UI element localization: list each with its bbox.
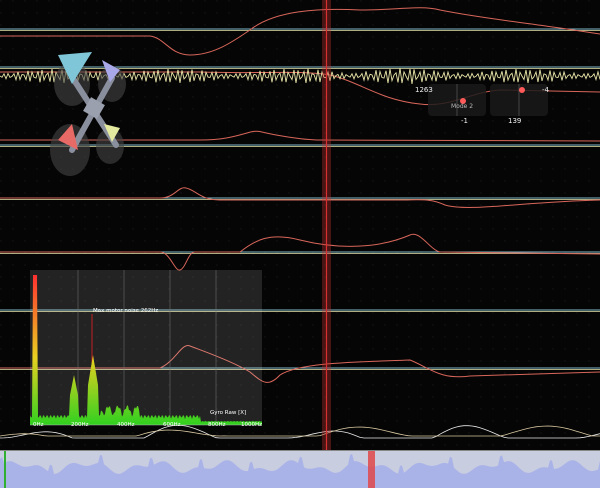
left-stick-y-value: -1	[461, 117, 468, 125]
spectrum-analyzer[interactable]	[30, 270, 262, 426]
right-stick-dot	[519, 87, 525, 93]
timeline-start-marker[interactable]	[4, 451, 6, 488]
left-stick-mode: Mode 2	[451, 103, 474, 110]
spectrum-axis-label: Gyro Raw [X]	[210, 410, 247, 416]
timeline-throttle-area	[0, 453, 600, 488]
spectrum-tick: 1000Hz	[241, 422, 263, 428]
trace-canvas[interactable]	[0, 0, 600, 450]
spectrum-panel	[30, 270, 262, 425]
spectrum-tick: 800Hz	[208, 422, 226, 428]
left-stick-x-value: 1263	[415, 86, 433, 94]
spectrum-tick: 600Hz	[163, 422, 181, 428]
timeline-window[interactable]	[368, 451, 375, 488]
right-stick-y-value: 139	[508, 117, 522, 125]
spectrum-title: Max motor noise 262Hz	[93, 308, 159, 314]
spectrum-tick: 0Hz	[33, 422, 44, 428]
right-stick-x-value: -4	[542, 86, 549, 94]
timeline-overview[interactable]	[0, 450, 600, 488]
spectrum-tick: 400Hz	[117, 422, 135, 428]
graph-viewer[interactable]: 1263 Mode 2 -1 -4 139 Max motor noise 26…	[0, 0, 600, 488]
spectrum-tick: 200Hz	[71, 422, 89, 428]
